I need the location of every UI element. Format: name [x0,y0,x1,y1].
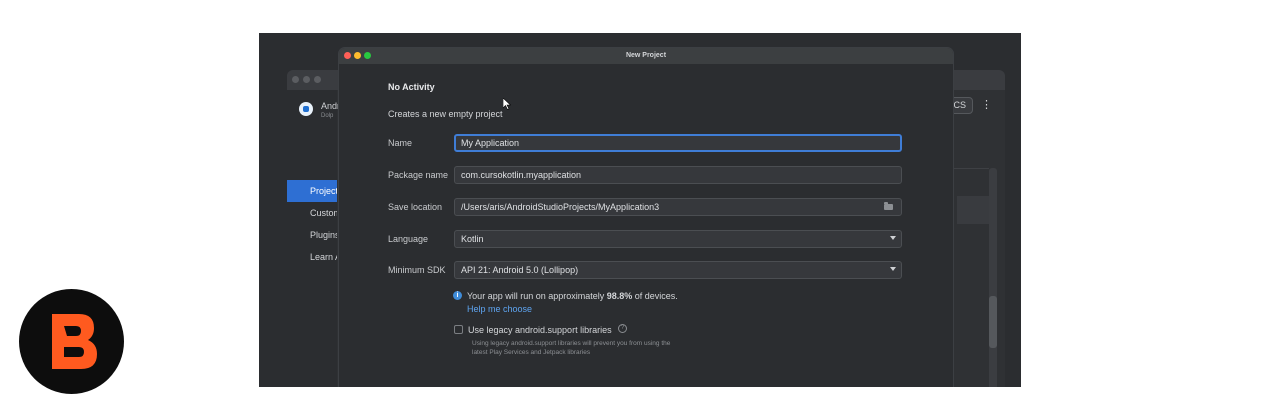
minimum-sdk-label: Minimum SDK [388,265,446,275]
dialog-title: New Project [625,52,667,59]
language-label: Language [388,234,429,244]
save-location-value: /Users/aris/AndroidStudioProjects/MyAppl… [461,202,660,212]
folder-icon[interactable] [884,202,893,210]
sidebar-item-customize[interactable]: Custom [287,202,337,224]
sidebar-item-projects[interactable]: Project [287,180,337,202]
app-name: Andr [321,101,341,111]
question-circle-icon[interactable]: ? [618,324,627,333]
legacy-description-line-1: Using legacy android.support libraries w… [472,340,671,347]
template-description: Creates a new empty project [388,109,503,119]
chevron-down-icon [890,236,896,240]
divider [947,168,989,169]
app-version: Dolp [321,113,334,119]
coverage-percent: 98.8% [606,291,633,301]
name-label: Name [388,138,413,148]
minimum-sdk-select[interactable]: API 21: Android 5.0 (Lollipop) [454,261,902,279]
window-close-button[interactable] [292,76,299,83]
legacy-description-line-2: latest Play Services and Jetpack librari… [472,349,591,356]
legacy-support-label[interactable]: Use legacy android.support libraries [468,325,612,335]
language-select[interactable]: Kotlin [454,230,902,248]
save-location-label: Save location [388,202,443,212]
name-input[interactable]: My Application [454,134,902,152]
minimum-sdk-value: API 21: Android 5.0 (Lollipop) [461,265,579,275]
scrollbar-thumb[interactable] [989,296,997,348]
mouse-cursor-icon [503,98,511,110]
sidebar-item-plugins[interactable]: Plugins [287,224,337,246]
save-location-input[interactable]: /Users/aris/AndroidStudioProjects/MyAppl… [454,198,902,216]
template-name: No Activity [388,82,435,92]
dialog-minimize-button[interactable] [354,52,361,59]
sidebar-item-learn[interactable]: Learn A [287,246,337,268]
android-studio-logo-icon [299,102,313,116]
info-icon: i [453,291,462,300]
new-project-dialog: New Project No Activity Creates a new em… [339,48,953,387]
more-options-icon[interactable]: ⋮ [981,96,992,114]
package-name-label: Package name [388,170,449,180]
brand-logo [19,289,124,394]
dialog-close-button[interactable] [344,52,351,59]
help-me-choose-link[interactable]: Help me choose [467,304,532,314]
chevron-down-icon [890,267,896,271]
package-name-input[interactable]: com.cursokotlin.myapplication [454,166,902,184]
b-logo-icon [52,314,97,369]
window-zoom-button[interactable] [314,76,321,83]
window-minimize-button[interactable] [303,76,310,83]
language-value: Kotlin [461,234,484,244]
scrollbar-track[interactable] [989,168,997,387]
device-coverage-text: Your app will run on approximately 98.8%… [467,291,678,301]
video-frame: Andr Dolp Project Custom Plugins Learn A… [259,33,1021,387]
project-list-row[interactable] [957,196,989,224]
legacy-support-checkbox[interactable] [454,325,463,334]
dialog-zoom-button[interactable] [364,52,371,59]
